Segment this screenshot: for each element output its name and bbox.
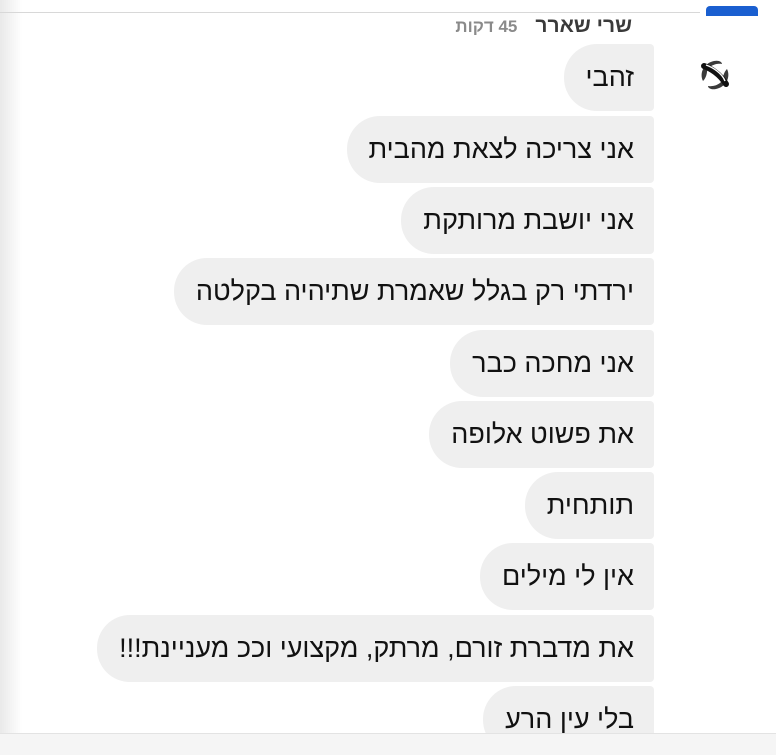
chat-window: שרי שארר 45 דקות זהבי אני צריכה לצאת מהב… — [0, 0, 776, 755]
timestamp: 45 דקות — [455, 17, 518, 36]
message-bubble[interactable]: אין לי מילים — [480, 543, 654, 610]
message-bubble[interactable]: אני מחכה כבר — [450, 330, 654, 397]
s-logo-icon — [701, 60, 729, 90]
left-edge-shadow — [0, 0, 22, 755]
message-bubble[interactable]: ירדתי רק בגלל שאמרת שתיהיה בקלטה — [173, 258, 654, 325]
message-bubble[interactable]: את פשוט אלופה — [429, 401, 654, 468]
message-bubble[interactable]: את מדברת זורם, מרתק, מקצועי וככ מעניינת!… — [97, 615, 654, 682]
bottom-bar — [0, 733, 776, 755]
top-divider — [0, 12, 700, 13]
message-bubble[interactable]: אני יושבת מרותקת — [401, 187, 654, 254]
top-blue-button[interactable] — [706, 6, 758, 16]
message-group-header: שרי שארר 45 דקות — [455, 14, 632, 38]
sender-name[interactable]: שרי שארר — [535, 14, 632, 38]
message-bubble[interactable]: תותחית — [524, 472, 654, 539]
message-bubble[interactable]: זהבי — [563, 44, 654, 111]
message-bubble[interactable]: אני צריכה לצאת מהבית — [346, 116, 654, 183]
avatar[interactable] — [686, 46, 744, 104]
